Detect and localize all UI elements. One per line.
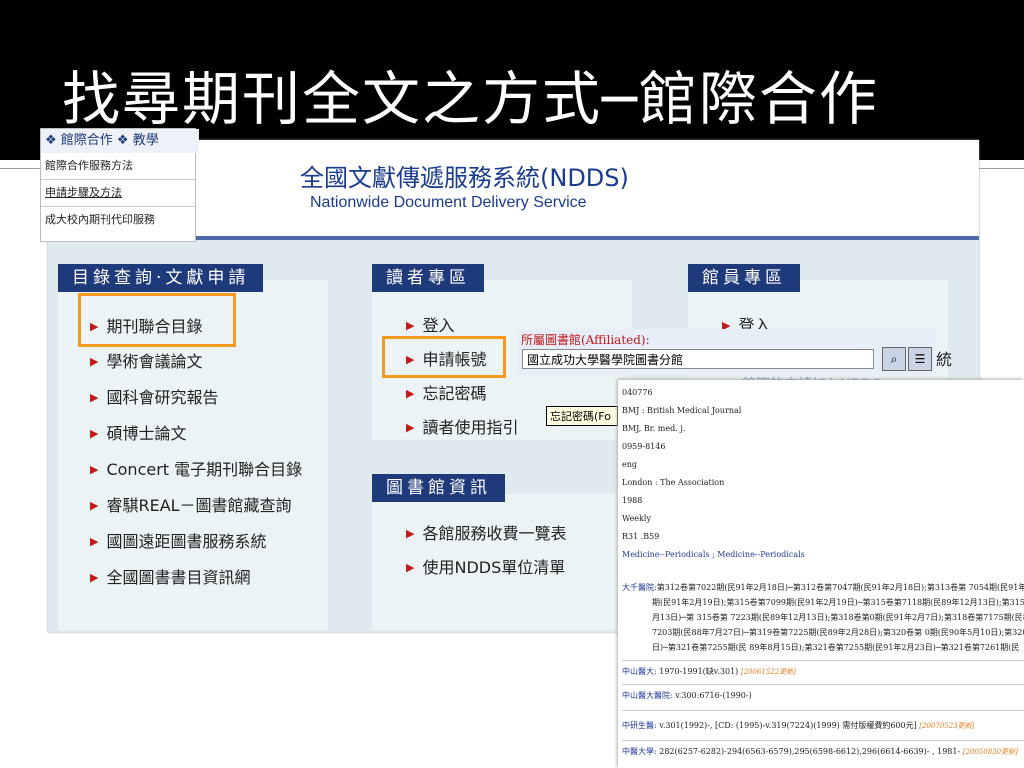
forgot-password-tooltip: 忘記密碼(Fo <box>546 406 618 426</box>
divider <box>622 710 1024 711</box>
bullet-icon: ▶ <box>90 355 99 368</box>
holding-name[interactable]: 中山醫大醫院: <box>622 691 673 700</box>
slide-title: 找尋期刊全文之方式─館際合作 <box>62 65 879 133</box>
menu-item-service-method[interactable]: 館際合作服務方法 <box>41 153 195 180</box>
reader-guide-link[interactable]: ▶ 讀者使用指引 <box>406 414 518 438</box>
link-nsc-reports[interactable]: ▶ 國科會研究報告 <box>90 384 218 408</box>
link-national-bib[interactable]: ▶ 全國圖書書目資訊網 <box>90 564 250 588</box>
bullet-icon: ▶ <box>90 571 99 584</box>
ndds-title-en: Nationwide Document Delivery Service <box>310 194 587 211</box>
record-line: London : The Association <box>622 478 725 487</box>
staff-tab: 館員專區 <box>688 264 800 292</box>
holding-name[interactable]: 大千醫院: <box>622 583 657 592</box>
ill-menu-header[interactable]: ❖ 館際合作 ❖ 教學 <box>41 129 199 153</box>
link-conference-papers[interactable]: ▶ 學術會議論文 <box>90 348 202 372</box>
magnifier-icon[interactable]: ⌕ <box>882 347 906 371</box>
highlight-apply-account <box>382 336 506 378</box>
forgot-password-link[interactable]: ▶ 忘記密碼 <box>406 380 486 404</box>
library-info-tab: 圖書館資訊 <box>372 474 505 502</box>
bullet-icon: ▶ <box>90 427 99 440</box>
record-line: Weekly <box>622 514 651 523</box>
bullet-icon: ▶ <box>90 463 99 476</box>
list-icon[interactable]: ☰ <box>908 347 932 371</box>
bullet-icon: ▶ <box>406 387 415 400</box>
record-line: 0959-8146 <box>622 442 666 451</box>
bullet-icon: ▶ <box>90 499 99 512</box>
link-theses[interactable]: ▶ 碩博士論文 <box>90 420 186 444</box>
catalog-tab: 目錄查詢‧文獻申請 <box>58 264 264 292</box>
bullet-icon: ▶ <box>406 561 415 574</box>
bullet-icon: ▶ <box>406 527 415 540</box>
holding-name[interactable]: 中山醫大: <box>622 667 657 676</box>
affiliated-popup: 所屬圖書館(Affiliated): 國立成功大學醫學院圖書分館 ⌕ ☰ <box>518 329 936 375</box>
affiliated-label: 所屬圖書館(Affiliated): <box>521 333 650 347</box>
divider <box>622 684 1024 685</box>
reader-tab: 讀者專區 <box>372 264 484 292</box>
reader-login-link[interactable]: ▶ 登入 <box>406 312 454 336</box>
record-line: R31 .B59 <box>622 532 660 541</box>
cut-off-text: 統 <box>936 350 953 369</box>
link-concert[interactable]: ▶ Concert 電子期刊聯合目錄 <box>90 456 302 480</box>
menu-item-print-service[interactable]: 成大校內期刊代印服務 <box>41 207 195 233</box>
holding-long: 大千醫院:第312卷第7022期(民91年2月18日)─第312卷第7047期(… <box>622 583 1024 652</box>
holding-row: 中山醫大醫院: v.300:6716-(1990-) <box>622 691 752 700</box>
record-line: BMJ, Br. med. j. <box>622 424 686 433</box>
link-remote-library[interactable]: ▶ 國圖遠距圖書服務系統 <box>90 528 266 552</box>
holding-name[interactable]: 中醫大學: <box>622 747 657 756</box>
record-line: BMJ : British Medical Journal <box>622 406 742 415</box>
bullet-icon: ▶ <box>406 319 415 332</box>
holding-row: 中山醫大: 1970-1991(缺v.301) [20061522更新] <box>622 667 796 676</box>
bullet-icon: ▶ <box>90 391 99 404</box>
record-subjects[interactable]: Medicine--Periodicals ; Medicine--Period… <box>622 550 805 559</box>
record-line: 040776 <box>622 388 653 397</box>
journal-record-panel: 040776 BMJ : British Medical Journal BMJ… <box>618 380 1024 768</box>
menu-item-apply-steps[interactable]: 申請步驟及方法 <box>41 180 195 207</box>
divider <box>622 740 1024 741</box>
holding-name[interactable]: 中研生醫: <box>622 721 657 730</box>
highlight-union-catalog <box>78 293 236 347</box>
divider <box>622 660 1024 661</box>
link-real[interactable]: ▶ 睿騏REAL－圖書館藏查詢 <box>90 492 292 516</box>
record-line: eng <box>622 460 638 469</box>
ill-menu: ❖ 館際合作 ❖ 教學 館際合作服務方法 申請步驟及方法 成大校內期刊代印服務 <box>40 128 199 242</box>
affiliated-field[interactable]: 國立成功大學醫學院圖書分館 <box>522 349 874 369</box>
ndds-units-link[interactable]: ▶ 使用NDDS單位清單 <box>406 554 565 578</box>
ndds-title-zh: 全國文獻傳遞服務系統(NDDS) <box>300 164 629 192</box>
record-line: 1988 <box>622 496 643 505</box>
bullet-icon: ▶ <box>406 421 415 434</box>
bullet-icon: ▶ <box>90 535 99 548</box>
fee-list-link[interactable]: ▶ 各館服務收費一覽表 <box>406 520 566 544</box>
holding-row: 中研生醫: v.301(1992)-, [CD: (1995)-v.319(72… <box>622 721 975 730</box>
holding-row: 中醫大學: 282(6257-6282)-294(6563-6579),295(… <box>622 747 1018 756</box>
